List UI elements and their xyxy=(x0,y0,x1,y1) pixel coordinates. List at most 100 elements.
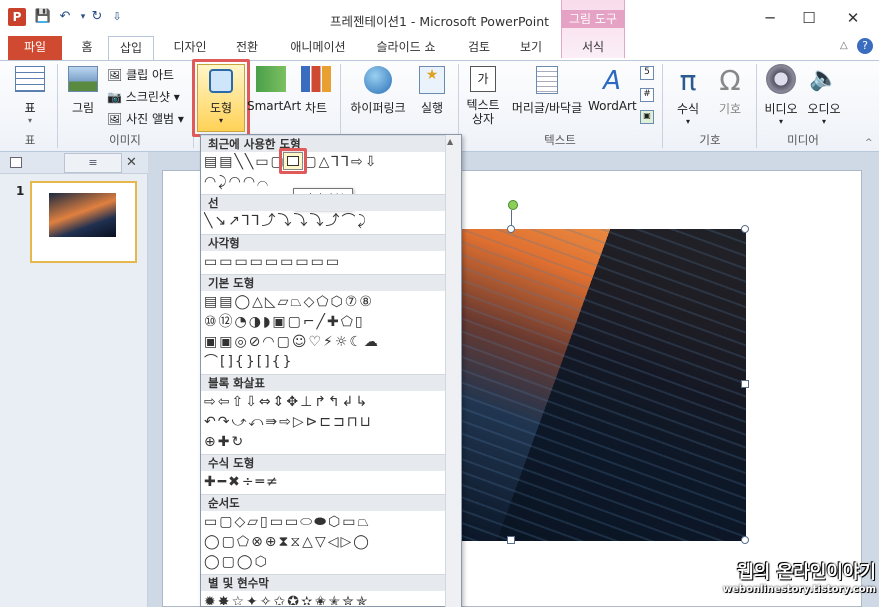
rectangles-row[interactable]: ▭▭▭▭▭▭▭▭▭ xyxy=(204,253,444,271)
tab-view[interactable]: 보기 xyxy=(510,36,552,60)
chart-button[interactable]: 차트 xyxy=(298,66,334,116)
tab-insert[interactable]: 삽입 xyxy=(108,36,154,61)
action-label: 실행 xyxy=(420,101,444,115)
chevron-down-icon: ▾ xyxy=(27,116,32,125)
resize-handle-right[interactable] xyxy=(741,380,749,388)
pi-icon: π xyxy=(679,64,697,97)
clipart-button[interactable]: 🖼 클립 아트 xyxy=(107,66,187,83)
wordart-icon: A xyxy=(603,66,621,96)
chart-label: 차트 xyxy=(304,101,328,115)
flowchart-row-1[interactable]: ▭▢◇▱▯▭▭⬭⬬⬡▭⏢ xyxy=(204,513,444,531)
block-arrows-row-3[interactable]: ⊕✚↻ xyxy=(204,433,444,451)
resize-handle-top-right[interactable] xyxy=(741,225,749,233)
rotation-handle[interactable] xyxy=(508,200,518,210)
section-block-arrows: 블록 화살표 xyxy=(201,374,445,391)
speaker-icon: 🔈 xyxy=(809,64,839,92)
clipart-icon: 🖼 xyxy=(107,68,123,82)
flowchart-row-3[interactable]: ◯▢◯⬡ xyxy=(204,553,444,571)
lines-row[interactable]: ╲↘↗⅂⅂⤴⤵⤵⤵⤴⌒⤸ xyxy=(204,212,444,230)
section-basic-shapes: 기본 도형 xyxy=(201,274,445,291)
chevron-down-icon: ▾ xyxy=(821,117,826,126)
tab-file[interactable]: 파일 xyxy=(8,36,62,60)
picture-button[interactable]: 그림 xyxy=(64,66,102,116)
object-icon[interactable]: ▣ xyxy=(640,110,654,124)
date-time-icon[interactable]: 5 xyxy=(640,66,654,80)
recent-shapes-row-1[interactable]: ▤▤╲╲▭▢◯▢△⅂⅂⇨⇩ xyxy=(204,153,444,171)
tab-slideshow[interactable]: 슬라이드 쇼 xyxy=(366,36,446,60)
tab-transitions[interactable]: 전환 xyxy=(226,36,268,60)
table-button[interactable]: 표 ▾ xyxy=(10,66,50,125)
screenshot-icon: 📷 xyxy=(107,90,122,104)
equation-button[interactable]: π 수식 ▾ xyxy=(668,64,708,126)
group-label-table: 표 xyxy=(24,133,36,147)
photo-album-button[interactable]: 🖼 사진 앨범 ▾ xyxy=(107,110,191,127)
smartart-icon xyxy=(256,66,286,92)
flowchart-row-2[interactable]: ◯▢⬠⊗⊕⧗⧖△▽◁▷◯ xyxy=(204,533,444,551)
header-footer-icon xyxy=(536,66,558,94)
section-flowchart: 순서도 xyxy=(201,494,445,511)
header-footer-button[interactable]: 머리글/바닥글 xyxy=(505,66,589,116)
screenshot-label: 스크린샷 xyxy=(125,90,170,104)
photo-album-label: 사진 앨범 xyxy=(126,112,175,126)
shapes-highlight-box xyxy=(192,59,250,137)
section-rectangles: 사각형 xyxy=(201,234,445,251)
scroll-up-icon[interactable]: ▲ xyxy=(447,137,453,146)
slides-tab-icon[interactable] xyxy=(10,157,22,168)
chevron-down-icon: ▾ xyxy=(685,117,690,126)
smartart-label: SmartArt xyxy=(247,99,302,113)
divider xyxy=(662,64,663,148)
block-arrows-row-2[interactable]: ↶↷⤻⤺⇛⇨▷⊳⊏⊐⊓⊔ xyxy=(204,413,444,431)
minimize-button[interactable]: ─ xyxy=(755,8,785,28)
basic-shapes-row-3[interactable]: ▣▣◎⊘◠▢☺♡⚡☼☾☁ xyxy=(204,333,444,351)
tab-animations[interactable]: 애니메이션 xyxy=(280,36,356,60)
close-pane-icon[interactable]: ✕ xyxy=(126,155,137,170)
video-reel-icon xyxy=(766,64,796,94)
close-button[interactable]: ✕ xyxy=(838,8,868,28)
slide-number: 1 xyxy=(16,184,25,198)
section-equation-shapes: 수식 도형 xyxy=(201,454,445,471)
resize-handle-bottom[interactable] xyxy=(507,536,515,544)
chevron-down-icon: ▾ xyxy=(778,117,783,126)
photo-album-icon: 🖼 xyxy=(107,112,123,126)
window-title: 프레젠테이션1 - Microsoft PowerPoint xyxy=(329,14,550,29)
table-label: 표 xyxy=(24,101,36,115)
section-recent-shapes: 최근에 사용한 도형 xyxy=(201,135,445,152)
audio-button[interactable]: 🔈 오디오 ▾ xyxy=(803,64,845,126)
action-button[interactable]: ★ 실행 xyxy=(414,66,450,116)
smartart-button[interactable]: SmartArt xyxy=(247,66,302,113)
resize-handle-bottom-right[interactable] xyxy=(741,536,749,544)
table-icon xyxy=(15,66,45,92)
equation-shapes-row[interactable]: ✚━✖÷═≠ xyxy=(204,473,444,491)
maximize-button[interactable]: ☐ xyxy=(794,8,824,28)
slide-number-icon[interactable]: # xyxy=(640,88,654,102)
basic-shapes-row-1[interactable]: ▤▤◯△◺▱⏢◇⬠⬡⑦⑧ xyxy=(204,293,444,311)
equation-label: 수식 xyxy=(676,102,700,116)
basic-shapes-row-2[interactable]: ⑩⑫◔◑◗▣▢⌐╱✚⬠▯ xyxy=(204,313,444,331)
tab-home[interactable]: 홈 xyxy=(72,36,102,60)
screenshot-button[interactable]: 📷 스크린샷 ▾ xyxy=(107,88,191,105)
minimize-ribbon-icon[interactable]: △ xyxy=(840,40,848,51)
help-icon[interactable]: ? xyxy=(857,38,873,54)
symbol-button[interactable]: Ω 기호 xyxy=(710,64,750,117)
textbox-button[interactable]: 가 텍스트 상자 xyxy=(462,66,504,126)
tab-format[interactable]: 서식 xyxy=(566,36,620,60)
ribbon-collapse-icon[interactable]: ^ xyxy=(865,138,873,148)
block-arrows-row-1[interactable]: ⇨⇦⇧⇩⇔⇕✥⊥↱↰↲↳ xyxy=(204,393,444,411)
resize-handle-top[interactable] xyxy=(507,225,515,233)
thumbnail-image xyxy=(49,193,116,237)
watermark-title: 웹의 온라인이야기 xyxy=(737,562,876,583)
stars-row[interactable]: ✹✸☆✦✧✩✪✫✬✭✮✯ xyxy=(204,593,444,605)
watermark: 웹의 온라인이야기 webonlinestory.tistory.com xyxy=(716,558,876,595)
outline-tab-icon[interactable]: ≡ xyxy=(64,153,122,173)
picture-icon xyxy=(68,66,98,92)
basic-shapes-row-4[interactable]: ⌒[]{}[]{} xyxy=(204,353,444,371)
video-button[interactable]: 비디오 ▾ xyxy=(760,64,802,126)
gallery-scrollbar[interactable] xyxy=(445,135,461,607)
hyperlink-button[interactable]: 하이퍼링크 xyxy=(345,66,411,116)
action-star-icon: ★ xyxy=(419,66,445,94)
tab-design[interactable]: 디자인 xyxy=(162,36,218,60)
picture-label: 그림 xyxy=(71,101,95,115)
tab-review[interactable]: 검토 xyxy=(458,36,500,60)
wordart-button[interactable]: A WordArt xyxy=(588,66,637,113)
textbox-icon: 가 xyxy=(470,66,496,92)
